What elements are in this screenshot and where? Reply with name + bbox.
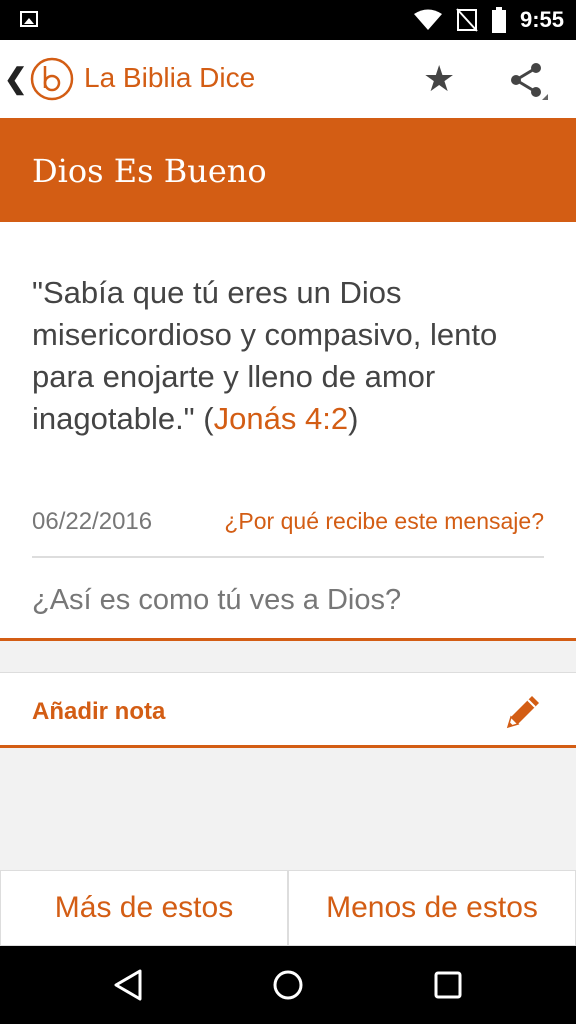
app-title: La Biblia Dice (84, 62, 256, 93)
pencil-icon[interactable] (502, 691, 544, 733)
add-note-row[interactable]: Añadir nota (0, 672, 576, 747)
image-notification-icon (20, 11, 38, 27)
verse-close: ) (348, 401, 359, 436)
add-note-label: Añadir nota (32, 698, 166, 725)
back-nav-icon[interactable] (112, 968, 144, 1002)
message-title: Dios Es Bueno (32, 152, 267, 190)
verse-text: "Sabía que tú eres un Dios misericordios… (32, 272, 552, 440)
status-bar: 9:55 (0, 0, 576, 40)
divider (32, 556, 544, 558)
message-date: 06/22/2016 (32, 508, 153, 535)
verse-reference-link[interactable]: Jonás 4:2 (214, 401, 348, 436)
message-header: Dios Es Bueno (0, 118, 576, 222)
note-divider (0, 745, 576, 748)
home-nav-icon[interactable] (272, 968, 304, 1002)
no-signal-icon (456, 8, 478, 32)
why-message-link[interactable]: ¿Por qué recibe este mensaje? (224, 508, 544, 535)
wifi-icon (413, 9, 442, 30)
recents-nav-icon[interactable] (432, 968, 464, 1002)
back-icon[interactable]: ❮ (4, 62, 27, 95)
less-like-this-button[interactable]: Menos de estos (288, 870, 576, 946)
reflection-question: ¿Así es como tú ves a Dios? (32, 584, 402, 616)
app-bar: ❮ La Biblia Dice ★ (0, 40, 576, 118)
feedback-buttons: Más de estos Menos de estos (0, 870, 576, 946)
favorite-star-icon[interactable]: ★ (423, 58, 455, 100)
clock: 9:55 (519, 7, 564, 32)
more-like-this-button[interactable]: Más de estos (0, 870, 288, 946)
message-card: "Sabía que tú eres un Dios misericordios… (0, 222, 576, 640)
accent-divider (0, 638, 576, 641)
share-icon[interactable] (508, 60, 548, 100)
status-icons: 9:55 (413, 0, 564, 40)
battery-icon (491, 7, 506, 33)
app-logo-icon (30, 57, 74, 101)
system-navigation-bar (0, 946, 576, 1024)
